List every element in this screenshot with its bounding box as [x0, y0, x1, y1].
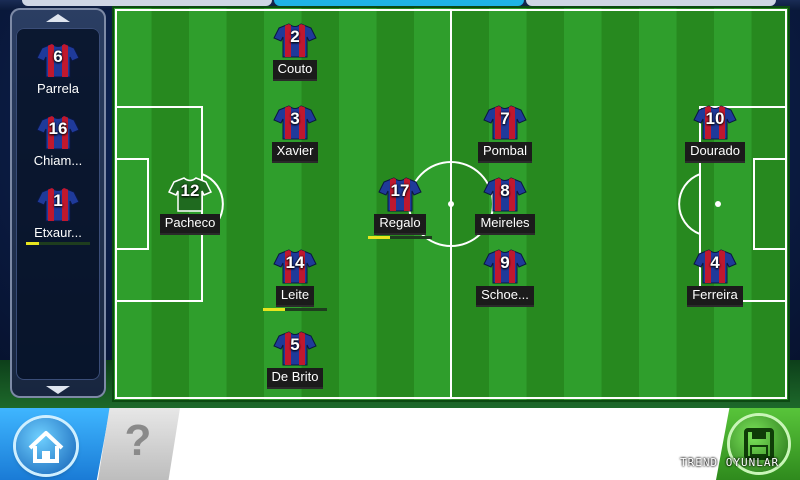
player-name: Schoe... [476, 286, 534, 307]
player-name: De Brito [266, 368, 324, 389]
pitch-player[interactable]: 14 Leite [253, 248, 337, 311]
player-progress-bar [683, 164, 747, 167]
player-progress-bar [263, 390, 327, 393]
shirt-icon: 3 [273, 104, 317, 140]
player-progress-bar [263, 82, 327, 85]
player-name: Chiam... [33, 153, 83, 168]
player-progress-bar [368, 236, 432, 239]
player-name: Leite [275, 286, 315, 307]
shirt-icon: 5 [273, 330, 317, 366]
player-name: Ferreira [687, 286, 743, 307]
top-tab-right[interactable] [526, 0, 776, 6]
shirt-icon: 14 [273, 248, 317, 284]
player-name: Pombal [477, 142, 533, 163]
player-progress-bar [26, 98, 90, 101]
pitch-player[interactable]: 4 Ferreira [673, 248, 757, 311]
pitch-player[interactable]: 3 Xavier [253, 104, 337, 167]
player-number: 8 [500, 181, 510, 200]
pitch-player[interactable]: 2 Couto [253, 22, 337, 85]
bench-player[interactable]: 16 Chiam... [16, 114, 100, 173]
top-tab-active[interactable] [274, 0, 524, 6]
pitch-player[interactable]: 7 Pombal [463, 104, 547, 167]
top-tab-left[interactable] [22, 0, 272, 6]
player-number: 5 [290, 335, 300, 354]
shirt-icon: 10 [693, 104, 737, 140]
player-progress-bar [473, 236, 537, 239]
player-progress-bar [26, 170, 90, 173]
pitch-player-goalkeeper[interactable]: 12 Pacheco [148, 176, 232, 239]
player-progress-bar [683, 308, 747, 311]
player-number: 6 [53, 47, 63, 66]
bench-list[interactable]: 6 Parrela 16 Chiam... 1 Etxaur... [16, 28, 100, 380]
player-number: 9 [500, 253, 510, 272]
help-icon[interactable]: ? [118, 416, 158, 466]
shirt-icon: 2 [273, 22, 317, 58]
player-progress-bar [473, 164, 537, 167]
player-name: Pacheco [159, 214, 221, 235]
bench-player[interactable]: 6 Parrela [16, 42, 100, 101]
shirt-icon: 17 [378, 176, 422, 212]
player-progress-fill [368, 236, 391, 239]
player-progress-bar [263, 308, 327, 311]
player-name: Parrela [37, 81, 79, 96]
shirt-icon: 6 [36, 42, 80, 78]
player-progress-bar [263, 164, 327, 167]
watermark: TREND OYUNLAR [680, 456, 780, 469]
player-number: 4 [710, 253, 720, 272]
player-name: Dourado [685, 142, 745, 163]
shirt-icon: 9 [483, 248, 527, 284]
shirt-icon: 4 [693, 248, 737, 284]
pitch-player[interactable]: 10 Dourado [673, 104, 757, 167]
player-number: 7 [500, 109, 510, 128]
shirt-icon: 1 [36, 186, 80, 222]
player-number: 3 [290, 109, 300, 128]
player-progress-fill [263, 308, 286, 311]
pitch-player[interactable]: 17 Regalo [358, 176, 442, 239]
bench-panel: 6 Parrela 16 Chiam... 1 Etxaur... [10, 8, 106, 398]
player-name: Regalo [374, 214, 426, 235]
player-name: Meireles [475, 214, 535, 235]
player-number: 12 [180, 181, 200, 200]
shirt-icon: 16 [36, 114, 80, 150]
scroll-down-arrow-icon[interactable] [46, 386, 70, 394]
shirt-icon: 12 [168, 176, 212, 212]
player-number: 10 [705, 109, 725, 128]
player-progress-bar [158, 236, 222, 239]
player-name: Xavier [271, 142, 319, 163]
pitch: 2 Couto 3 Xavier 12 Pacheco 14 Leite 5 D… [114, 8, 788, 400]
scroll-up-arrow-icon[interactable] [46, 14, 70, 22]
pitch-player[interactable]: 9 Schoe... [463, 248, 547, 311]
pitch-player[interactable]: 8 Meireles [463, 176, 547, 239]
shirt-icon: 7 [483, 104, 527, 140]
shirt-icon: 8 [483, 176, 527, 212]
player-number: 14 [285, 253, 305, 272]
pitch-player[interactable]: 5 De Brito [253, 330, 337, 393]
player-name: Etxaur... [34, 225, 82, 240]
player-progress-fill [26, 242, 39, 245]
player-progress-bar [473, 308, 537, 311]
home-icon[interactable] [16, 418, 76, 474]
player-progress-bar [26, 242, 90, 245]
player-number: 17 [390, 181, 410, 200]
player-number: 1 [53, 191, 63, 210]
player-number: 16 [48, 119, 68, 138]
player-number: 2 [290, 27, 300, 46]
home-icon-graphic [28, 431, 64, 463]
player-name: Couto [272, 60, 318, 81]
bench-player[interactable]: 1 Etxaur... [16, 186, 100, 245]
